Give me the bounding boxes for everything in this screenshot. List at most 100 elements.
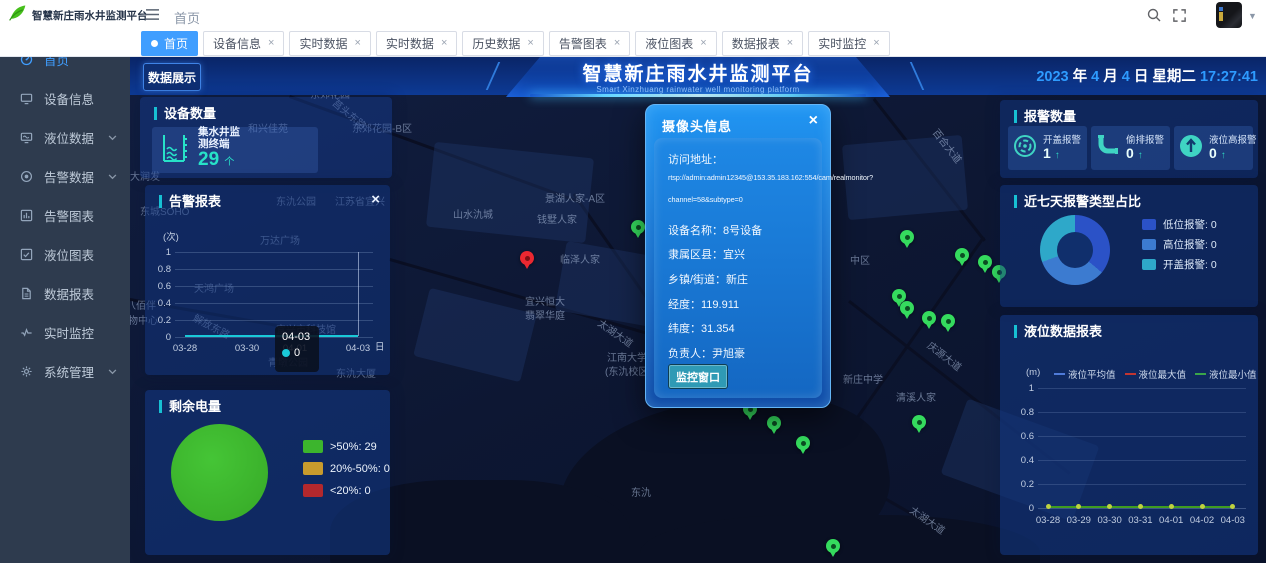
tab-4[interactable]: 实时数据×: [376, 31, 457, 56]
map-pin-green[interactable]: [900, 301, 914, 315]
fullscreen-icon[interactable]: [1172, 8, 1187, 28]
y-axis-unit: (次): [163, 229, 179, 243]
alarm-stat-card[interactable]: 开盖报警1 ↑: [1008, 126, 1087, 170]
tab-close-icon[interactable]: ×: [441, 37, 447, 49]
tab-label: 液位图表: [645, 35, 693, 52]
grid-line: [175, 320, 373, 321]
tab-close-icon[interactable]: ×: [700, 37, 706, 49]
grid-line: [1038, 412, 1246, 413]
sidebar-item-5[interactable]: 告警图表: [0, 196, 130, 235]
map-pin-red[interactable]: [520, 251, 534, 265]
modal-field: 乡镇/街道：新庄: [668, 271, 748, 287]
panel-title: 报警数量: [1014, 110, 1076, 123]
search-icon[interactable]: [1146, 7, 1162, 28]
map-pin-green[interactable]: [978, 255, 992, 269]
legend-label: <20%: 0: [330, 485, 371, 497]
map-place-label: 中区: [850, 252, 870, 267]
tab-1[interactable]: 首页: [141, 31, 198, 56]
y-tick-label: 0.6: [1004, 431, 1034, 442]
grid-line: [175, 269, 373, 270]
legend-line-swatch: [1195, 373, 1206, 375]
user-menu-caret-icon[interactable]: ▼: [1248, 11, 1257, 21]
page-title-plaque: 智慧新庄雨水井监测平台 Smart Xinzhuang rainwater we…: [506, 57, 890, 97]
sidebar-item-7[interactable]: 数据报表: [0, 274, 130, 313]
monitor-icon: [20, 326, 34, 340]
sidebar-item-9[interactable]: 系统管理: [0, 352, 130, 391]
y-tick-label: 0.6: [145, 281, 171, 292]
datetime-segment: 2023: [1036, 69, 1068, 85]
tab-5[interactable]: 历史数据 ×: [462, 31, 543, 56]
map-place-label: 新庄中学: [843, 371, 883, 386]
tab-7[interactable]: 液位图表 ×: [635, 31, 716, 56]
tab-close-icon[interactable]: ×: [354, 37, 360, 49]
map-pin-green[interactable]: [826, 539, 840, 553]
legend-swatch: [303, 440, 323, 453]
sidebar-item-3[interactable]: 液位数据: [0, 118, 130, 157]
map-place-label: 山水氿城: [453, 206, 493, 221]
app-title: 智慧新庄雨水井监测平台: [32, 8, 148, 23]
tab-close-icon[interactable]: ×: [787, 37, 793, 49]
map-pin-green[interactable]: [631, 220, 645, 234]
legend-label: 开盖报警: 0: [1163, 257, 1217, 272]
tab-close-icon[interactable]: ×: [527, 37, 533, 49]
map-place-label: 江南大学: [607, 349, 647, 364]
tab-8[interactable]: 数据报表×: [722, 31, 803, 56]
battery-pie-chart[interactable]: [171, 424, 268, 521]
tab-3[interactable]: 实时数据×: [289, 31, 370, 56]
page-title: 智慧新庄雨水井监测平台: [506, 59, 890, 86]
y-axis-unit: (m): [1026, 367, 1040, 378]
tab-close-icon[interactable]: ×: [268, 37, 274, 49]
user-avatar[interactable]: [1216, 2, 1242, 28]
map-pin-green[interactable]: [767, 416, 781, 430]
chart-tooltip: 04-03 0: [275, 326, 319, 372]
legend-item: 液位最小值: [1195, 367, 1257, 381]
alarm-stat-card[interactable]: 液位高报警0 ↑: [1174, 126, 1253, 170]
map-pin-green[interactable]: [941, 314, 955, 328]
map-pin-green[interactable]: [922, 311, 936, 325]
tab-6[interactable]: 告警图表×: [549, 31, 630, 56]
map-place-label: (东氿校区: [605, 363, 648, 378]
monitor-window-button[interactable]: 监控窗口: [668, 364, 728, 389]
data-display-button[interactable]: 数据展示: [143, 63, 201, 91]
alarm-data-icon: [20, 170, 34, 184]
sidebar-fold-icon[interactable]: [145, 8, 160, 26]
pin-hole: [801, 441, 806, 446]
map-pin-green[interactable]: [912, 415, 926, 429]
tab-label: 历史数据: [472, 35, 520, 52]
breadcrumb[interactable]: 首页: [174, 8, 200, 27]
tab-2[interactable]: 设备信息×: [203, 31, 284, 56]
y-tick-label: 1: [1004, 383, 1034, 394]
close-icon[interactable]: ×: [809, 112, 818, 130]
map-pin-green[interactable]: [900, 230, 914, 244]
x-tick-label: 03-28: [165, 343, 205, 354]
tab-bar: 首页设备信息×实时数据×实时数据×历史数据×告警图表×液位图表×数据报表×实时监…: [0, 30, 1266, 57]
tab-9[interactable]: 实时监控×: [808, 31, 889, 56]
map-pin-green[interactable]: [955, 248, 969, 262]
sidebar-item-label: 实时监控: [44, 323, 94, 342]
grid-line: [1038, 436, 1246, 437]
modal-field: 经度：119.911: [668, 296, 739, 312]
up-arrow-icon: ↑: [1055, 150, 1060, 161]
tab-close-icon[interactable]: ×: [873, 37, 879, 49]
grid-line: [175, 286, 373, 287]
up-arrow-icon: ↑: [1138, 150, 1143, 161]
sidebar-item-4[interactable]: 告警数据: [0, 157, 130, 196]
close-icon[interactable]: ×: [371, 192, 380, 207]
device-stat-card[interactable]: 集水井监 测终端 29 个: [152, 127, 318, 173]
data-point-dot: [1138, 504, 1143, 509]
x-tick-label: 04-03: [338, 343, 378, 354]
sidebar-item-2[interactable]: 设备信息: [0, 79, 130, 118]
legend-swatch: [303, 484, 323, 497]
map-pin-green[interactable]: [796, 436, 810, 450]
sidebar-item-6[interactable]: 液位图表: [0, 235, 130, 274]
legend-item: <20%: 0: [303, 484, 371, 497]
manhole-icon: [1012, 133, 1038, 164]
datetime-segment: 月: [1099, 69, 1122, 85]
alarm-stat-card[interactable]: 偷排报警0 ↑: [1091, 126, 1170, 170]
panel-title: 剩余电量: [159, 400, 221, 413]
tab-close-icon[interactable]: ×: [614, 37, 620, 49]
sidebar-item-8[interactable]: 实时监控: [0, 313, 130, 352]
level-chart-icon: [20, 248, 34, 262]
y-tick-label: 0.4: [1004, 455, 1034, 466]
alarm-chart-icon: [20, 209, 34, 223]
